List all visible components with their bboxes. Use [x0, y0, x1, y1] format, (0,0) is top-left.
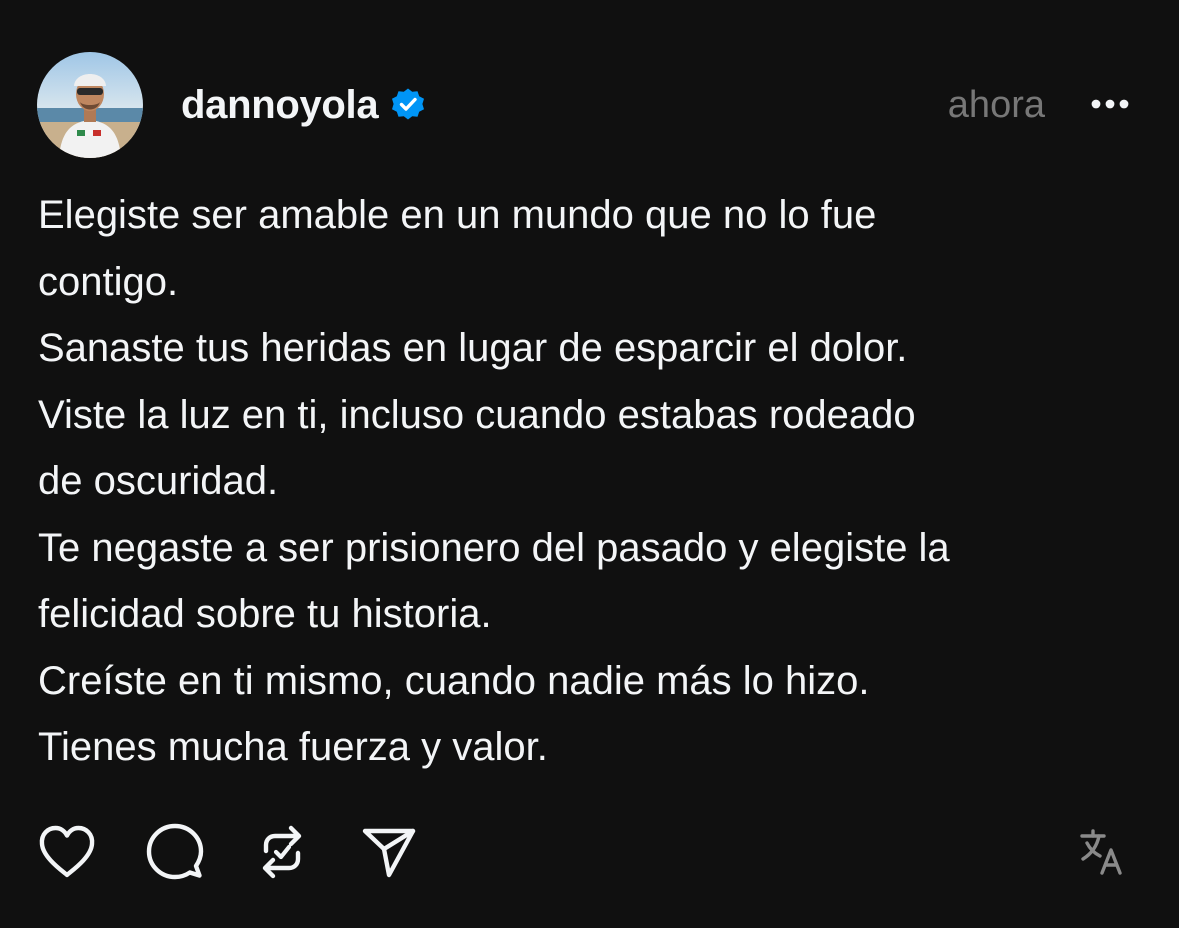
repost-button[interactable] [248, 818, 316, 886]
post-body-line: Viste la luz en ti, incluso cuando estab… [38, 392, 916, 437]
avatar[interactable] [37, 52, 143, 158]
post-body: Elegiste ser amable en un mundo que no l… [38, 182, 1148, 781]
post-body-line: contigo. [38, 259, 179, 304]
thread-post: dannoyola ahora Elegiste ser amable en u… [0, 0, 1179, 928]
verified-badge-icon [390, 87, 426, 123]
like-button[interactable] [33, 818, 101, 886]
username[interactable]: dannoyola [181, 83, 379, 128]
repost-icon [254, 821, 310, 883]
post-body-line: Creíste en ti mismo, cuando nadie más lo… [38, 658, 870, 703]
post-body-line: felicidad sobre tu historia. [38, 592, 492, 636]
translate-icon [1076, 826, 1128, 878]
reply-button[interactable] [141, 818, 209, 886]
post-body-line: Elegiste ser amable en un mundo que no l… [38, 193, 877, 237]
timestamp: ahora [947, 84, 1045, 126]
post-body-line: de oscuridad. [38, 459, 279, 503]
post-body-line: Sanaste tus heridas en lugar de esparcir… [38, 326, 908, 370]
send-icon [359, 823, 419, 881]
translate-button[interactable] [1068, 818, 1136, 886]
comment-icon [145, 822, 205, 882]
action-bar [0, 818, 1179, 888]
post-body-line: Te negaste a ser prisionero del pasado y… [38, 525, 950, 570]
more-options-icon[interactable] [1086, 86, 1134, 122]
post-body-line: Tienes mucha fuerza y valor. [38, 725, 548, 769]
heart-icon [37, 824, 97, 880]
author-row: dannoyola [181, 78, 426, 132]
share-button[interactable] [355, 818, 423, 886]
